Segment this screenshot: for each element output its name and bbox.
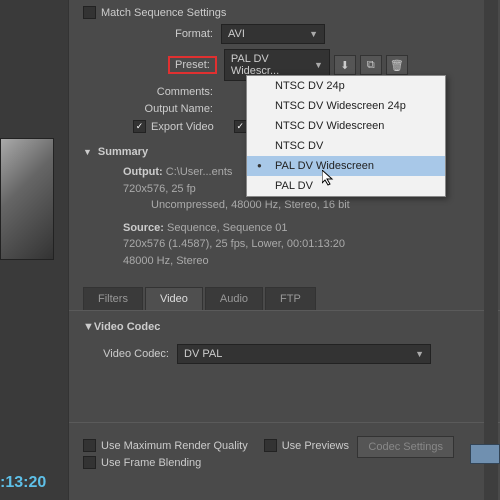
chevron-down-icon: ▼: [309, 29, 318, 39]
source-line2: 720x576 (1.4587), 25 fps, Lower, 00:01:1…: [123, 238, 345, 250]
summary-title: Summary: [98, 146, 148, 158]
tab-filters[interactable]: Filters: [83, 287, 143, 310]
frame-blending-label: Use Frame Blending: [101, 457, 201, 469]
max-render-checkbox[interactable]: [83, 439, 96, 452]
preset-option[interactable]: NTSC DV: [247, 136, 445, 156]
comments-label: Comments:: [83, 86, 213, 98]
format-select[interactable]: AVI ▼: [221, 24, 325, 44]
video-codec-title: Video Codec: [94, 321, 160, 333]
import-preset-icon[interactable]: ⧉: [360, 55, 382, 75]
export-video-checkbox[interactable]: [133, 120, 146, 133]
preset-dropdown[interactable]: NTSC DV 24pNTSC DV Widescreen 24pNTSC DV…: [246, 75, 446, 197]
source-line1: Sequence, Sequence 01: [167, 222, 288, 234]
source-label: Source:: [123, 222, 164, 234]
video-codec-header[interactable]: ▼ Video Codec: [69, 310, 500, 339]
output-name-label: Output Name:: [83, 103, 213, 115]
chevron-down-icon: ▼: [314, 60, 323, 70]
preset-option[interactable]: PAL DV: [247, 176, 445, 196]
tab-audio[interactable]: Audio: [205, 287, 263, 310]
triangle-down-icon: ▼: [83, 321, 94, 333]
triangle-down-icon: ▼: [83, 147, 92, 157]
codec-settings-button: Codec Settings: [357, 436, 454, 458]
chevron-down-icon: ▼: [415, 349, 424, 359]
output-line1: C:\User...ents: [166, 166, 233, 178]
preset-label: Preset:: [169, 57, 216, 73]
preset-value: PAL DV Widescr...: [231, 53, 314, 77]
source-line3: 48000 Hz, Stereo: [123, 255, 209, 267]
export-audio-checkbox[interactable]: [234, 120, 247, 133]
output-line2: 720x576, 25 fp: [123, 183, 196, 195]
tab-ftp[interactable]: FTP: [265, 287, 316, 310]
match-sequence-checkbox[interactable]: [83, 6, 96, 19]
frame-blending-checkbox[interactable]: [83, 456, 96, 469]
delete-preset-icon[interactable]: 🗑: [386, 55, 408, 75]
video-codec-value: DV PAL: [184, 348, 222, 360]
preset-option[interactable]: NTSC DV 24p: [247, 76, 445, 96]
preset-option[interactable]: PAL DV Widescreen: [247, 156, 445, 176]
background-tab[interactable]: [470, 444, 500, 464]
output-label: Output:: [123, 166, 163, 178]
tab-video[interactable]: Video: [145, 287, 203, 310]
match-sequence-label: Match Sequence Settings: [101, 7, 226, 19]
preset-option[interactable]: NTSC DV Widescreen 24p: [247, 96, 445, 116]
use-previews-checkbox[interactable]: [264, 439, 277, 452]
format-value: AVI: [228, 28, 245, 40]
max-render-label: Use Maximum Render Quality: [101, 440, 248, 452]
use-previews-label: Use Previews: [282, 440, 349, 452]
timecode: :13:20: [0, 474, 46, 492]
video-codec-select[interactable]: DV PAL ▼: [177, 344, 431, 364]
output-line3: Uncompressed, 48000 Hz, Stereo, 16 bit: [151, 199, 350, 211]
format-label: Format:: [83, 28, 213, 40]
video-codec-label: Video Codec:: [83, 348, 169, 360]
export-video-label: Export Video: [151, 121, 214, 133]
scrollbar[interactable]: [484, 0, 498, 500]
preset-option[interactable]: NTSC DV Widescreen: [247, 116, 445, 136]
preview-thumbnail: [0, 138, 54, 260]
save-preset-icon[interactable]: ⬇: [334, 55, 356, 75]
